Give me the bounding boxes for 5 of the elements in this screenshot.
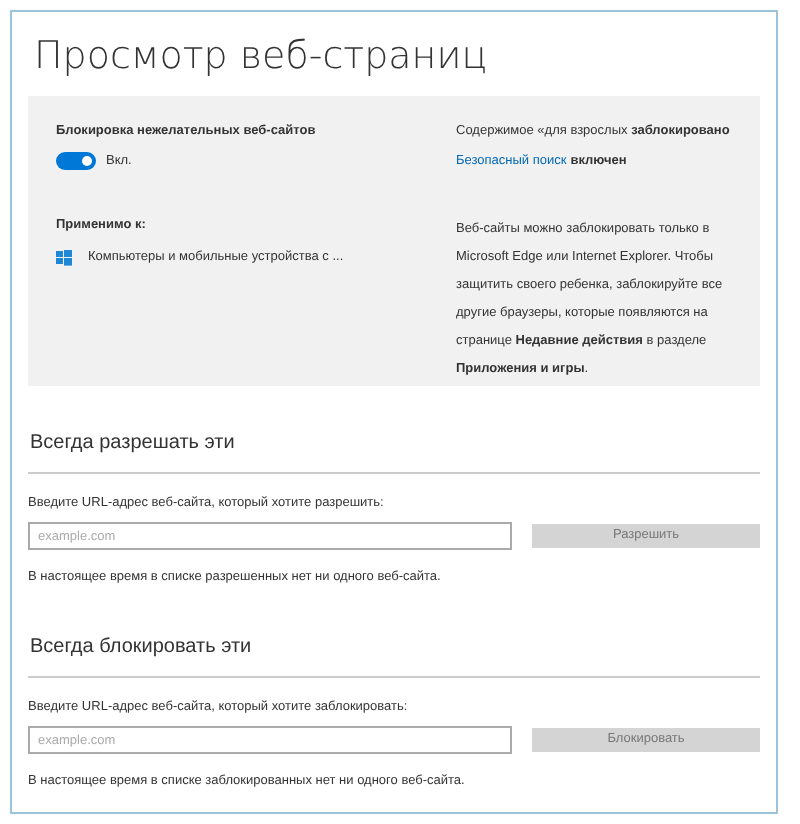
windows-icon	[56, 250, 72, 267]
section-heading: Всегда разрешать эти	[30, 430, 237, 458]
page-title: Просмотр веб-страниц	[34, 32, 490, 80]
section-heading: Всегда блокировать эти	[30, 634, 254, 662]
toggle-switch[interactable]	[56, 152, 96, 171]
